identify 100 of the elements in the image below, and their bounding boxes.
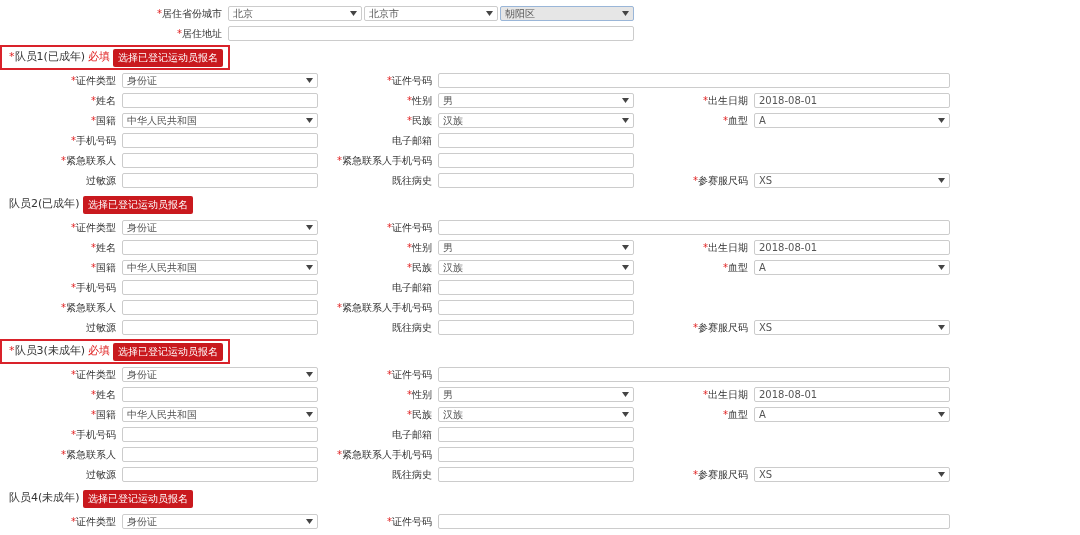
select-field[interactable]: 中华人民共和国	[122, 259, 318, 275]
member-title: *队员3(未成年)	[9, 343, 86, 360]
input-field[interactable]	[438, 299, 634, 315]
input-field[interactable]: 2018-08-01	[754, 386, 950, 402]
field-label: *性别	[407, 93, 432, 108]
select-field[interactable]: 北京	[228, 5, 362, 21]
field-label: *参赛服尺码	[693, 173, 748, 188]
required-note: 必填	[88, 49, 111, 66]
dropdown-caret-icon	[350, 10, 357, 16]
input-field[interactable]	[438, 426, 634, 442]
input-field[interactable]	[438, 319, 634, 335]
field-label: *证件号码	[387, 367, 432, 382]
field-label: *血型	[723, 407, 748, 422]
input-field[interactable]	[122, 239, 318, 255]
select-field[interactable]: 汉族	[438, 259, 634, 275]
input-field[interactable]	[122, 466, 318, 482]
field-label: *证件类型	[71, 514, 116, 529]
select-field[interactable]: 身份证	[122, 219, 318, 235]
input-field[interactable]	[228, 25, 634, 41]
select-field[interactable]: 北京市	[364, 5, 498, 21]
field-label: *出生日期	[703, 387, 748, 402]
dropdown-caret-icon	[306, 371, 313, 377]
input-field[interactable]	[122, 319, 318, 335]
select-field[interactable]: XS	[754, 172, 950, 188]
dropdown-caret-icon	[622, 411, 629, 417]
input-field[interactable]	[122, 299, 318, 315]
dropdown-caret-icon	[486, 10, 493, 16]
input-field[interactable]	[438, 466, 634, 482]
input-field[interactable]: 2018-08-01	[754, 239, 950, 255]
input-field[interactable]	[122, 426, 318, 442]
select-athlete-button[interactable]: 选择已登记运动员报名	[113, 48, 224, 67]
field-label: *民族	[407, 260, 432, 275]
field-label: *国籍	[91, 260, 116, 275]
field-label: *紧急联系人手机号码	[337, 447, 432, 462]
input-field[interactable]	[122, 172, 318, 188]
input-field[interactable]	[438, 219, 950, 235]
dropdown-caret-icon	[622, 97, 629, 103]
field-label: 过敏源	[86, 320, 116, 335]
select-field[interactable]: A	[754, 259, 950, 275]
input-field[interactable]	[438, 132, 634, 148]
input-field[interactable]	[122, 279, 318, 295]
select-athlete-button[interactable]: 选择已登记运动员报名	[82, 195, 193, 214]
field-label: 既往病史	[392, 467, 432, 482]
input-field[interactable]	[122, 152, 318, 168]
dropdown-caret-icon	[938, 177, 945, 183]
field-label: *性别	[407, 387, 432, 402]
input-field[interactable]	[122, 92, 318, 108]
field-label: *证件类型	[71, 367, 116, 382]
input-field[interactable]	[122, 132, 318, 148]
select-field[interactable]: 汉族	[438, 406, 634, 422]
select-field[interactable]: XS	[754, 466, 950, 482]
select-field[interactable]: 身份证	[122, 366, 318, 382]
field-label: *参赛服尺码	[693, 320, 748, 335]
field-label: *出生日期	[703, 93, 748, 108]
input-field[interactable]	[122, 386, 318, 402]
select-field[interactable]: A	[754, 406, 950, 422]
member-title: 队员2(已成年)	[9, 196, 80, 213]
input-field[interactable]	[438, 446, 634, 462]
dropdown-caret-icon	[306, 411, 313, 417]
dropdown-caret-icon	[306, 224, 313, 230]
select-field[interactable]: 男	[438, 239, 634, 255]
field-label: *国籍	[91, 407, 116, 422]
field-label: *手机号码	[71, 280, 116, 295]
input-field[interactable]	[122, 446, 318, 462]
select-field[interactable]: 男	[438, 386, 634, 402]
select-field[interactable]: 汉族	[438, 112, 634, 128]
select-field[interactable]: XS	[754, 319, 950, 335]
select-field[interactable]: 朝阳区	[500, 5, 634, 21]
field-label: 电子邮箱	[392, 280, 432, 295]
dropdown-caret-icon	[622, 264, 629, 270]
input-field[interactable]	[438, 172, 634, 188]
field-label: *紧急联系人手机号码	[337, 153, 432, 168]
field-label: *证件类型	[71, 73, 116, 88]
dropdown-caret-icon	[938, 411, 945, 417]
input-field[interactable]: 2018-08-01	[754, 92, 950, 108]
dropdown-caret-icon	[622, 391, 629, 397]
input-field[interactable]	[438, 366, 950, 382]
select-athlete-button[interactable]: 选择已登记运动员报名	[113, 342, 224, 361]
field-label: *证件类型	[71, 220, 116, 235]
field-label: *血型	[723, 113, 748, 128]
select-field[interactable]: 中华人民共和国	[122, 406, 318, 422]
select-field[interactable]: 身份证	[122, 513, 318, 529]
input-field[interactable]	[438, 279, 634, 295]
required-note: 必填	[88, 343, 111, 360]
field-label: *手机号码	[71, 133, 116, 148]
select-field[interactable]: 男	[438, 92, 634, 108]
input-field[interactable]	[438, 72, 950, 88]
field-label: *紧急联系人	[61, 300, 116, 315]
field-label: *民族	[407, 407, 432, 422]
select-field[interactable]: 中华人民共和国	[122, 112, 318, 128]
field-label: *参赛服尺码	[693, 467, 748, 482]
select-field[interactable]: A	[754, 112, 950, 128]
select-field[interactable]: 身份证	[122, 72, 318, 88]
input-field[interactable]	[438, 152, 634, 168]
dropdown-caret-icon	[938, 264, 945, 270]
select-athlete-button[interactable]: 选择已登记运动员报名	[82, 489, 193, 508]
dropdown-caret-icon	[306, 117, 313, 123]
field-label: 电子邮箱	[392, 427, 432, 442]
field-label: *手机号码	[71, 427, 116, 442]
input-field[interactable]	[438, 513, 950, 529]
